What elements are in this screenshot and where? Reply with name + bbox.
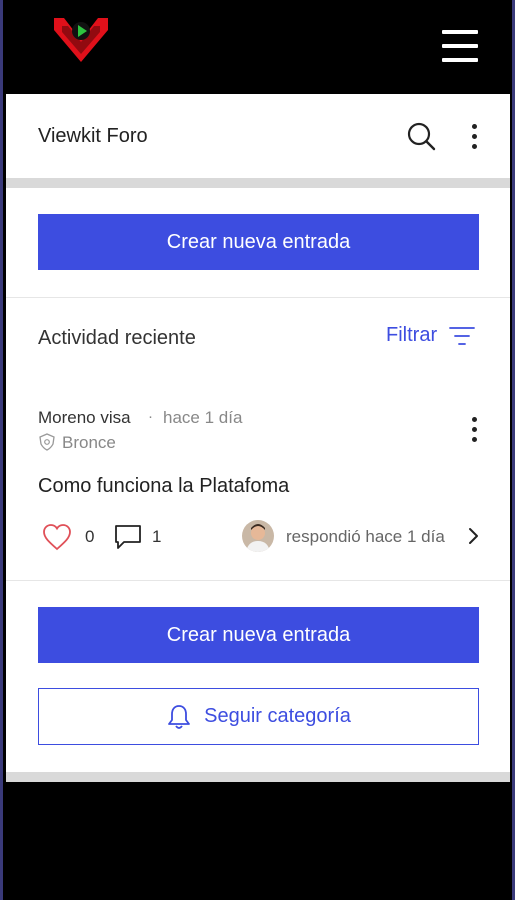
- menu-icon[interactable]: [442, 30, 478, 66]
- heart-icon[interactable]: [42, 523, 72, 551]
- filter-button[interactable]: Filtrar: [386, 324, 476, 347]
- shield-icon: [39, 433, 55, 451]
- post-title[interactable]: Como funciona la Platafoma: [38, 475, 289, 498]
- search-icon[interactable]: [406, 121, 436, 151]
- chevron-right-icon[interactable]: [466, 526, 480, 546]
- avatar[interactable]: [242, 520, 274, 552]
- forum-header: Viewkit Foro: [6, 94, 510, 178]
- top-bar: [6, 0, 512, 94]
- divider: [6, 580, 510, 581]
- comment-icon[interactable]: [114, 524, 142, 550]
- divider: [6, 297, 510, 298]
- bell-icon: [168, 704, 191, 729]
- more-vertical-icon[interactable]: [472, 417, 478, 443]
- follow-category-label: Seguir categoría: [204, 705, 351, 727]
- comments-count: 1: [152, 527, 162, 546]
- follow-category-button[interactable]: Seguir categoría: [38, 688, 479, 745]
- forum-content: Viewkit Foro Crear nueva entrada Activid…: [6, 94, 510, 782]
- filter-label: Filtrar: [386, 324, 438, 346]
- author-badge: Bronce: [62, 433, 116, 452]
- create-entry-button[interactable]: Crear nueva entrada: [38, 214, 479, 270]
- section-separator: [6, 178, 510, 188]
- last-reply-text: respondió hace 1 día: [286, 527, 445, 546]
- post-author[interactable]: Moreno visa: [38, 408, 131, 428]
- post-time: hace 1 día: [163, 408, 243, 427]
- likes-count: 0: [85, 527, 95, 546]
- forum-title: Viewkit Foro: [38, 125, 148, 147]
- more-vertical-icon[interactable]: [472, 124, 478, 150]
- viewkit-logo[interactable]: [52, 14, 110, 66]
- recent-activity-heading: Actividad reciente: [38, 327, 196, 349]
- meta-separator: ·: [148, 408, 153, 425]
- section-separator: [6, 772, 510, 782]
- app-frame: Viewkit Foro Crear nueva entrada Activid…: [0, 0, 515, 900]
- filter-icon: [449, 326, 476, 345]
- create-entry-button-bottom[interactable]: Crear nueva entrada: [38, 607, 479, 663]
